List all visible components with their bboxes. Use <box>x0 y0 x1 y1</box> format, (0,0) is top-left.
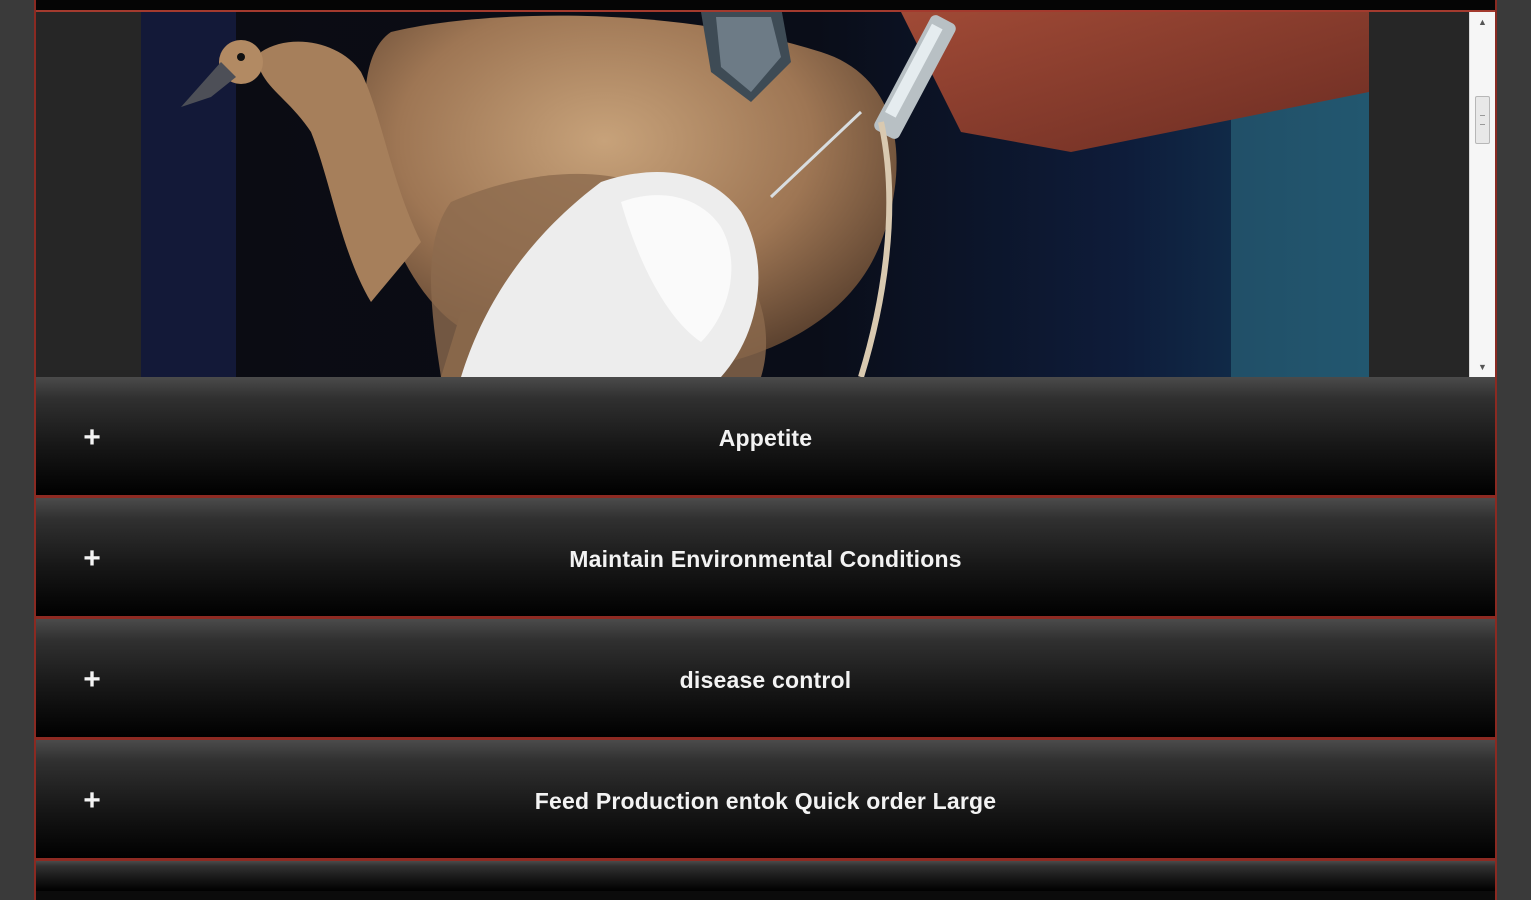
duck-photo-illustration <box>141 12 1369 377</box>
accordion-item-partial[interactable] <box>36 861 1495 891</box>
top-bar <box>36 0 1495 12</box>
scroll-thumb[interactable] <box>1475 96 1490 144</box>
accordion-item-label: Feed Production entok Quick order Large <box>534 788 997 814</box>
accordion-item-feed-production[interactable]: + Feed Production entok Quick order Larg… <box>36 740 1495 861</box>
expand-plus-icon: + <box>83 542 101 575</box>
accordion-item-disease-control[interactable]: + disease control <box>36 619 1495 740</box>
topics-accordion: + Appetite + Maintain Environmental Cond… <box>36 377 1495 891</box>
accordion-item-label: disease control <box>679 667 852 693</box>
scroll-down-arrow-icon[interactable]: ▼ <box>1470 357 1495 377</box>
accordion-item-appetite[interactable]: + Appetite <box>36 377 1495 498</box>
expand-plus-icon: + <box>83 421 101 454</box>
accordion-item-label: Appetite <box>718 425 813 451</box>
image-panel <box>36 12 1469 377</box>
accordion-item-environmental-conditions[interactable]: + Maintain Environmental Conditions <box>36 498 1495 619</box>
expand-plus-icon: + <box>83 784 101 817</box>
vertical-scrollbar[interactable]: ▲ ▼ <box>1469 12 1495 377</box>
scroll-up-arrow-icon[interactable]: ▲ <box>1470 12 1495 32</box>
accordion-item-label: Maintain Environmental Conditions <box>569 546 962 572</box>
expand-plus-icon: + <box>83 663 101 696</box>
app-frame: ▲ ▼ + Appetite + Maintain Environmental … <box>34 0 1497 900</box>
duck-vaccination-image <box>141 12 1369 377</box>
